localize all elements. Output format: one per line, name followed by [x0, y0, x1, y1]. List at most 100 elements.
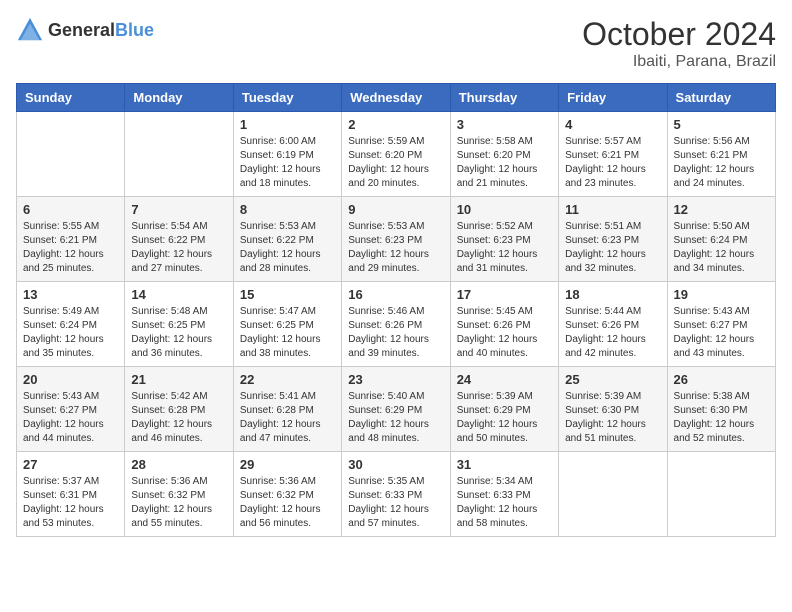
day-number: 3 — [457, 117, 552, 132]
day-info: Sunrise: 5:48 AM Sunset: 6:25 PM Dayligh… — [131, 305, 226, 361]
logo-icon — [16, 16, 44, 44]
calendar-cell: 10 Sunrise: 5:52 AM Sunset: 6:23 PM Dayli… — [450, 197, 558, 282]
calendar-cell: 2Sunrise: 5:59 AM Sunset: 6:20 PM Daylig… — [342, 112, 450, 197]
logo-general: General — [48, 20, 115, 40]
day-number: 23 — [348, 372, 443, 387]
calendar-cell: 14 Sunrise: 5:48 AM Sunset: 6:25 PM Dayli… — [125, 282, 233, 367]
calendar-cell: 3Sunrise: 5:58 AM Sunset: 6:20 PM Daylig… — [450, 112, 558, 197]
day-number: 27 — [23, 457, 118, 472]
day-info: Sunrise: 5:43 AM Sunset: 6:27 PM Dayligh… — [674, 305, 769, 361]
day-info: Sunrise: 5:53 AM Sunset: 6:23 PM Dayligh… — [348, 220, 443, 276]
calendar-cell: 26 Sunrise: 5:38 AM Sunset: 6:30 PM Dayli… — [667, 367, 775, 452]
weekday-header-friday: Friday — [559, 84, 667, 112]
day-info: Sunrise: 5:54 AM Sunset: 6:22 PM Dayligh… — [131, 220, 226, 276]
title-area: October 2024 Ibaiti, Parana, Brazil — [582, 16, 776, 71]
calendar-cell: 12 Sunrise: 5:50 AM Sunset: 6:24 PM Dayli… — [667, 197, 775, 282]
day-info: Sunrise: 5:56 AM Sunset: 6:21 PM Dayligh… — [674, 135, 769, 191]
calendar-cell: 19 Sunrise: 5:43 AM Sunset: 6:27 PM Dayli… — [667, 282, 775, 367]
location-title: Ibaiti, Parana, Brazil — [582, 53, 776, 71]
calendar-cell — [667, 452, 775, 537]
weekday-header-saturday: Saturday — [667, 84, 775, 112]
day-number: 4 — [565, 117, 660, 132]
calendar-cell: 30 Sunrise: 5:35 AM Sunset: 6:33 PM Dayli… — [342, 452, 450, 537]
calendar-cell: 20Sunrise: 5:43 AM Sunset: 6:27 PM Dayli… — [17, 367, 125, 452]
calendar-cell — [559, 452, 667, 537]
day-info: Sunrise: 5:36 AM Sunset: 6:32 PM Dayligh… — [240, 475, 335, 531]
day-info: Sunrise: 5:35 AM Sunset: 6:33 PM Dayligh… — [348, 475, 443, 531]
day-number: 21 — [131, 372, 226, 387]
day-info: Sunrise: 5:37 AM Sunset: 6:31 PM Dayligh… — [23, 475, 118, 531]
day-info: Sunrise: 5:50 AM Sunset: 6:24 PM Dayligh… — [674, 220, 769, 276]
day-number: 18 — [565, 287, 660, 302]
day-number: 1 — [240, 117, 335, 132]
calendar-cell: 15Sunrise: 5:47 AM Sunset: 6:25 PM Dayli… — [233, 282, 341, 367]
day-info: Sunrise: 5:39 AM Sunset: 6:30 PM Dayligh… — [565, 390, 660, 446]
day-info: Sunrise: 5:47 AM Sunset: 6:25 PM Dayligh… — [240, 305, 335, 361]
day-number: 14 — [131, 287, 226, 302]
day-number: 28 — [131, 457, 226, 472]
day-number: 8 — [240, 202, 335, 217]
calendar-cell — [125, 112, 233, 197]
calendar-cell: 5 Sunrise: 5:56 AM Sunset: 6:21 PM Daylig… — [667, 112, 775, 197]
day-info: Sunrise: 5:44 AM Sunset: 6:26 PM Dayligh… — [565, 305, 660, 361]
calendar-cell — [17, 112, 125, 197]
calendar-cell: 8 Sunrise: 5:53 AM Sunset: 6:22 PM Daylig… — [233, 197, 341, 282]
day-number: 24 — [457, 372, 552, 387]
header: GeneralBlue October 2024 Ibaiti, Parana,… — [16, 16, 776, 71]
day-number: 10 — [457, 202, 552, 217]
calendar-cell: 1Sunrise: 6:00 AM Sunset: 6:19 PM Daylig… — [233, 112, 341, 197]
calendar-cell: 9Sunrise: 5:53 AM Sunset: 6:23 PM Daylig… — [342, 197, 450, 282]
day-number: 5 — [674, 117, 769, 132]
week-row-1: 1Sunrise: 6:00 AM Sunset: 6:19 PM Daylig… — [17, 112, 776, 197]
week-row-2: 6Sunrise: 5:55 AM Sunset: 6:21 PM Daylig… — [17, 197, 776, 282]
logo-blue: Blue — [115, 20, 154, 40]
day-number: 30 — [348, 457, 443, 472]
calendar-cell: 28 Sunrise: 5:36 AM Sunset: 6:32 PM Dayli… — [125, 452, 233, 537]
day-info: Sunrise: 5:41 AM Sunset: 6:28 PM Dayligh… — [240, 390, 335, 446]
day-info: Sunrise: 5:53 AM Sunset: 6:22 PM Dayligh… — [240, 220, 335, 276]
calendar-cell: 29Sunrise: 5:36 AM Sunset: 6:32 PM Dayli… — [233, 452, 341, 537]
day-info: Sunrise: 5:34 AM Sunset: 6:33 PM Dayligh… — [457, 475, 552, 531]
week-row-3: 13Sunrise: 5:49 AM Sunset: 6:24 PM Dayli… — [17, 282, 776, 367]
calendar-cell: 4Sunrise: 5:57 AM Sunset: 6:21 PM Daylig… — [559, 112, 667, 197]
calendar-cell: 23 Sunrise: 5:40 AM Sunset: 6:29 PM Dayli… — [342, 367, 450, 452]
day-number: 26 — [674, 372, 769, 387]
day-number: 20 — [23, 372, 118, 387]
day-info: Sunrise: 5:40 AM Sunset: 6:29 PM Dayligh… — [348, 390, 443, 446]
day-info: Sunrise: 5:51 AM Sunset: 6:23 PM Dayligh… — [565, 220, 660, 276]
calendar-cell: 24 Sunrise: 5:39 AM Sunset: 6:29 PM Dayli… — [450, 367, 558, 452]
day-info: Sunrise: 5:36 AM Sunset: 6:32 PM Dayligh… — [131, 475, 226, 531]
weekday-header-row: SundayMondayTuesdayWednesdayThursdayFrid… — [17, 84, 776, 112]
day-info: Sunrise: 5:39 AM Sunset: 6:29 PM Dayligh… — [457, 390, 552, 446]
calendar-cell: 25 Sunrise: 5:39 AM Sunset: 6:30 PM Dayli… — [559, 367, 667, 452]
calendar-cell: 13Sunrise: 5:49 AM Sunset: 6:24 PM Dayli… — [17, 282, 125, 367]
day-number: 22 — [240, 372, 335, 387]
weekday-header-sunday: Sunday — [17, 84, 125, 112]
calendar-cell: 11 Sunrise: 5:51 AM Sunset: 6:23 PM Dayli… — [559, 197, 667, 282]
day-number: 19 — [674, 287, 769, 302]
calendar-cell: 16Sunrise: 5:46 AM Sunset: 6:26 PM Dayli… — [342, 282, 450, 367]
logo: GeneralBlue — [16, 16, 154, 44]
day-number: 2 — [348, 117, 443, 132]
day-number: 6 — [23, 202, 118, 217]
calendar-body: 1Sunrise: 6:00 AM Sunset: 6:19 PM Daylig… — [17, 112, 776, 537]
day-info: Sunrise: 5:45 AM Sunset: 6:26 PM Dayligh… — [457, 305, 552, 361]
calendar-cell: 7 Sunrise: 5:54 AM Sunset: 6:22 PM Daylig… — [125, 197, 233, 282]
calendar-cell: 18 Sunrise: 5:44 AM Sunset: 6:26 PM Dayli… — [559, 282, 667, 367]
day-info: Sunrise: 5:42 AM Sunset: 6:28 PM Dayligh… — [131, 390, 226, 446]
week-row-5: 27 Sunrise: 5:37 AM Sunset: 6:31 PM Dayli… — [17, 452, 776, 537]
weekday-header-wednesday: Wednesday — [342, 84, 450, 112]
weekday-header-tuesday: Tuesday — [233, 84, 341, 112]
day-info: Sunrise: 5:52 AM Sunset: 6:23 PM Dayligh… — [457, 220, 552, 276]
day-number: 25 — [565, 372, 660, 387]
day-number: 31 — [457, 457, 552, 472]
day-info: Sunrise: 5:49 AM Sunset: 6:24 PM Dayligh… — [23, 305, 118, 361]
calendar-table: SundayMondayTuesdayWednesdayThursdayFrid… — [16, 83, 776, 537]
calendar-cell: 27 Sunrise: 5:37 AM Sunset: 6:31 PM Dayli… — [17, 452, 125, 537]
day-number: 11 — [565, 202, 660, 217]
day-number: 12 — [674, 202, 769, 217]
month-title: October 2024 — [582, 16, 776, 53]
day-number: 7 — [131, 202, 226, 217]
day-info: Sunrise: 5:38 AM Sunset: 6:30 PM Dayligh… — [674, 390, 769, 446]
calendar-cell: 6Sunrise: 5:55 AM Sunset: 6:21 PM Daylig… — [17, 197, 125, 282]
